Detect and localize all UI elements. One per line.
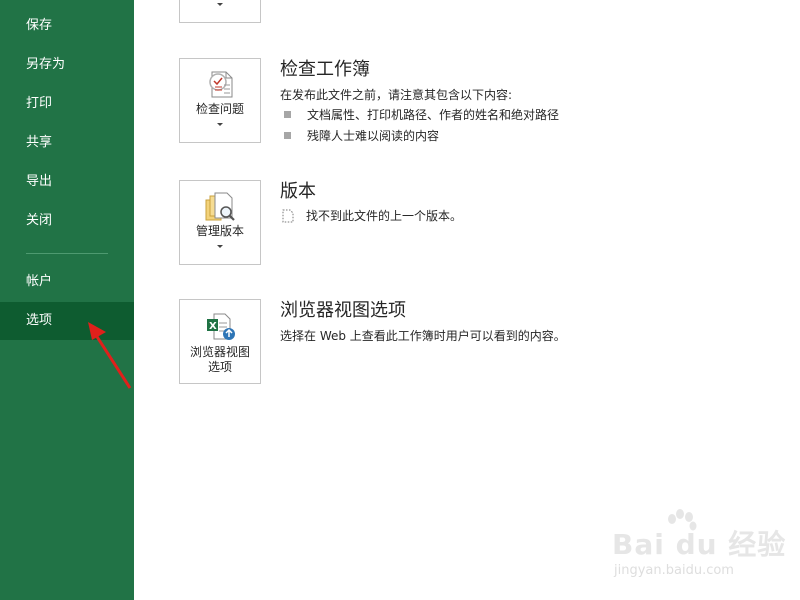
check-issues-label: 检查问题 bbox=[195, 102, 244, 116]
annotation-arrow-icon bbox=[88, 322, 132, 389]
nav-save[interactable]: 保存 bbox=[0, 7, 134, 45]
check-issues-button[interactable]: 检查问题 bbox=[179, 58, 261, 143]
bullet-icon bbox=[284, 111, 291, 118]
manage-versions-button[interactable]: 管理版本 bbox=[179, 180, 261, 265]
versions-description-row: 找不到此文件的上一个版本。 bbox=[282, 208, 462, 224]
inspect-workbook-description: 在发布此文件之前，请注意其包含以下内容: bbox=[280, 88, 513, 102]
browser-view-label-line2: 选项 bbox=[207, 360, 232, 374]
dashed-document-icon bbox=[282, 209, 294, 223]
watermark-logo: Bai du 经验 bbox=[612, 509, 786, 563]
nav-close[interactable]: 关闭 bbox=[0, 202, 134, 240]
watermark-url: jingyan.baidu.com bbox=[614, 563, 734, 578]
nav-divider bbox=[26, 253, 108, 254]
svg-text:X: X bbox=[209, 321, 217, 332]
manage-versions-icon bbox=[205, 192, 235, 221]
inspect-workbook-title: 检查工作簿 bbox=[280, 59, 370, 80]
nav-print[interactable]: 打印 bbox=[0, 85, 134, 123]
versions-title: 版本 bbox=[280, 181, 316, 202]
nav-export[interactable]: 导出 bbox=[0, 163, 134, 201]
inspect-bullet-item: 残障人士难以阅读的内容 bbox=[284, 128, 439, 144]
browser-view-options-description: 选择在 Web 上查看此工作簿时用户可以看到的内容。 bbox=[280, 329, 566, 343]
baidu-jingyan-watermark: Bai du 经验 jingyan.baidu.com bbox=[612, 509, 792, 590]
bullet-icon bbox=[284, 132, 291, 139]
nav-account[interactable]: 帐户 bbox=[0, 263, 134, 301]
inspect-bullet-item: 文档属性、打印机路径、作者的姓名和绝对路径 bbox=[284, 107, 559, 123]
nav-share[interactable]: 共享 bbox=[0, 124, 134, 162]
browser-view-label-line1: 浏览器视图 bbox=[189, 345, 250, 359]
nav-save-as[interactable]: 另存为 bbox=[0, 46, 134, 84]
browser-view-options-button[interactable]: X 浏览器视图 选项 bbox=[179, 299, 261, 384]
paw-icon bbox=[668, 509, 697, 531]
dropdown-caret-icon bbox=[217, 245, 223, 248]
inspect-document-icon bbox=[209, 71, 233, 98]
browser-view-options-title: 浏览器视图选项 bbox=[280, 300, 406, 321]
manage-versions-label: 管理版本 bbox=[195, 224, 244, 238]
excel-web-icon: X bbox=[207, 313, 235, 340]
protect-workbook-button[interactable] bbox=[179, 0, 261, 23]
backstage-sidebar: 保存 另存为 打印 共享 导出 关闭 帐户 选项 bbox=[0, 0, 134, 600]
backstage-info-pane: 检查问题 检查工作簿 在发布此文件之前，请注意其包含以下内容: 文档属性、打印机… bbox=[134, 0, 800, 600]
dropdown-caret-icon bbox=[217, 3, 223, 6]
dropdown-caret-icon bbox=[217, 123, 223, 126]
